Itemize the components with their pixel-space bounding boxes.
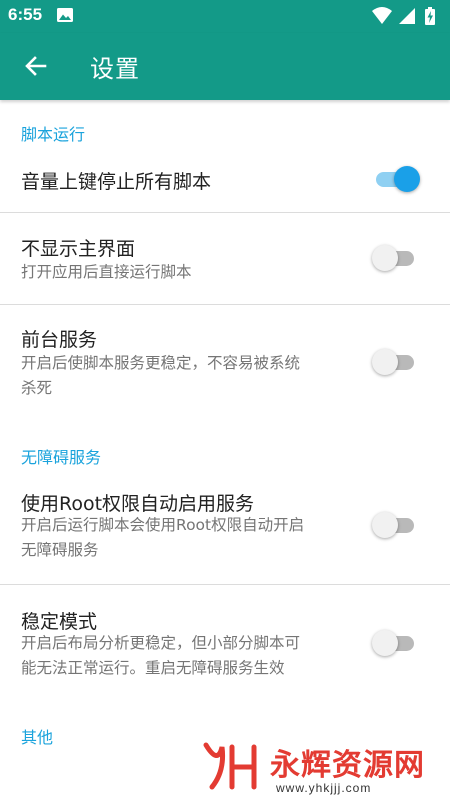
switch-thumb xyxy=(372,630,398,656)
pref-summary-line: 开启后使脚本服务更稳定，不容易被系统 xyxy=(21,354,301,372)
pref-summary: 开启后使脚本服务更稳定，不容易被系统 杀死 xyxy=(21,351,343,401)
pref-foreground-service[interactable]: 前台服务 开启后使脚本服务更稳定，不容易被系统 杀死 xyxy=(0,305,450,415)
watermark-logo-icon xyxy=(203,742,257,790)
watermark-url: www.yhkjjj.com xyxy=(276,781,372,795)
status-icons xyxy=(372,7,435,25)
pref-title: 稳定模式 xyxy=(21,611,98,633)
wifi-icon xyxy=(372,7,392,24)
toggle-switch[interactable] xyxy=(372,164,420,194)
arrow-left-icon[interactable] xyxy=(17,47,55,85)
toggle-switch[interactable] xyxy=(372,510,420,540)
switch-thumb xyxy=(394,166,420,192)
watermark-text: 永辉资源网 xyxy=(270,748,425,783)
pref-title: 使用Root权限自动启用服务 xyxy=(21,493,255,515)
pref-title: 不显示主界面 xyxy=(21,238,136,260)
toggle-switch[interactable] xyxy=(372,628,420,658)
section-header-other: 其他 xyxy=(21,728,54,747)
switch-thumb xyxy=(372,245,398,271)
pref-summary: 开启后运行脚本会使用Root权限自动开启 无障碍服务 xyxy=(21,513,343,563)
pref-summary-line: 无障碍服务 xyxy=(21,541,99,559)
section-header-script-run: 脚本运行 xyxy=(21,125,86,144)
battery-charging-icon xyxy=(425,7,435,25)
pref-volume-up-stop[interactable]: 音量上键停止所有脚本 xyxy=(0,150,450,212)
section-header-accessibility: 无障碍服务 xyxy=(21,448,102,467)
pref-summary-line: 能无法正常运行。重启无障碍服务生效 xyxy=(21,659,285,677)
switch-thumb xyxy=(372,349,398,375)
pref-summary-line: 开启后布局分析更稳定，但小部分脚本可 xyxy=(21,634,301,652)
toggle-switch[interactable] xyxy=(372,347,420,377)
cellular-signal-icon xyxy=(399,8,415,24)
status-bar: 6:55 xyxy=(0,0,450,33)
pref-root-auto-enable[interactable]: 使用Root权限自动启用服务 开启后运行脚本会使用Root权限自动开启 无障碍服… xyxy=(0,472,450,584)
pref-hide-main-ui[interactable]: 不显示主界面 打开应用后直接运行脚本 xyxy=(0,213,450,304)
toggle-switch[interactable] xyxy=(372,243,420,273)
pref-title: 前台服务 xyxy=(21,329,98,351)
watermark: 永辉资源网 www.yhkjjj.com xyxy=(200,740,450,800)
pref-summary-line: 开启后运行脚本会使用Root权限自动开启 xyxy=(21,516,305,534)
pref-title: 音量上键停止所有脚本 xyxy=(21,171,212,193)
pref-summary: 开启后布局分析更稳定，但小部分脚本可 能无法正常运行。重启无障碍服务生效 xyxy=(21,631,343,681)
pref-summary: 打开应用后直接运行脚本 xyxy=(21,263,192,281)
status-time: 6:55 xyxy=(8,5,43,24)
page-title: 设置 xyxy=(90,55,140,83)
pref-summary-line: 杀死 xyxy=(21,379,53,397)
pref-stable-mode[interactable]: 稳定模式 开启后布局分析更稳定，但小部分脚本可 能无法正常运行。重启无障碍服务生… xyxy=(0,585,450,697)
image-icon xyxy=(57,8,73,22)
app-bar: 设置 xyxy=(0,33,450,100)
switch-thumb xyxy=(372,512,398,538)
